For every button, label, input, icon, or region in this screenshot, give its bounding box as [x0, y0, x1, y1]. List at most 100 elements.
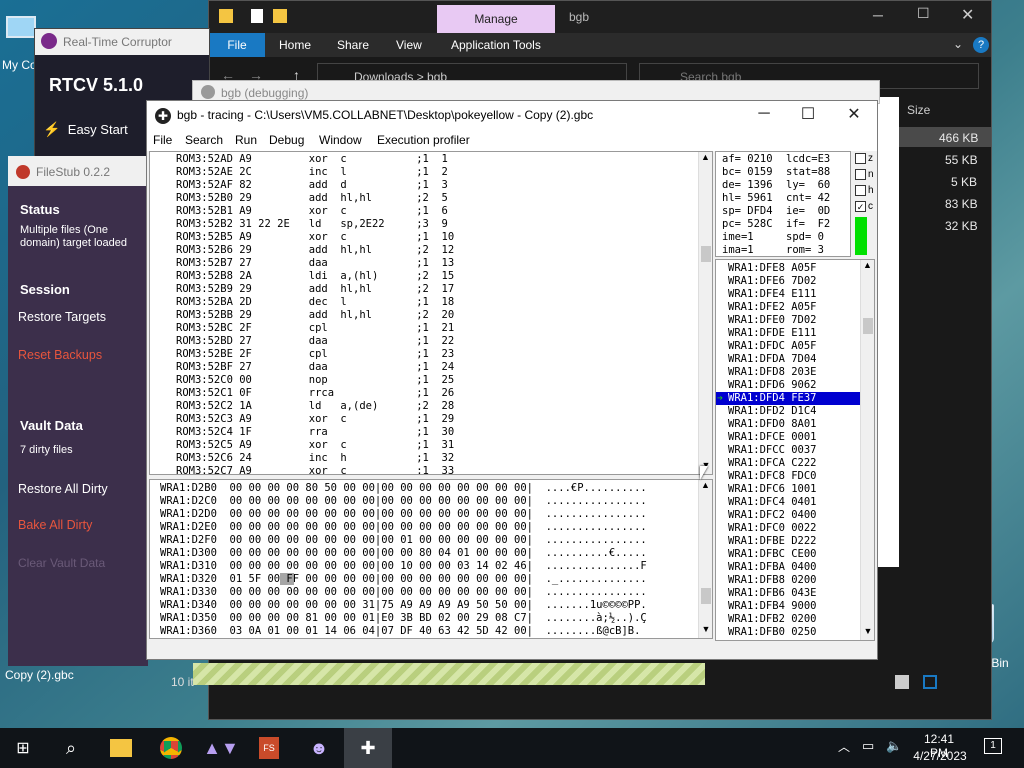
disassembly-row[interactable]: ROM3:52BC 2F cpl ;1 21	[176, 322, 696, 335]
stack-row[interactable]: WRA1:DFB6 043E	[716, 587, 860, 600]
stack-pane[interactable]: WRA1:DFE8 A05F WRA1:DFE6 7D02 WRA1:DFE4 E1…	[715, 259, 875, 641]
stack-row[interactable]: WRA1:DFE2 A05F	[716, 301, 860, 314]
properties-icon[interactable]	[251, 9, 263, 23]
stack-row[interactable]: WRA1:DFCC 0037	[716, 444, 860, 457]
filestub-window[interactable]: FileStub 0.2.2 Status Multiple files (On…	[8, 156, 148, 666]
disassembly-row[interactable]: ROM3:52C2 1A ld a,(de) ;2 28	[176, 400, 696, 413]
scroll-down-icon[interactable]: ▼	[861, 626, 874, 636]
disassembly-row[interactable]: ROM3:52BA 2D dec l ;1 18	[176, 296, 696, 309]
io-register-value[interactable]: ly= 60	[786, 179, 830, 192]
stack-scrollbar[interactable]: ▲ ▼	[860, 260, 874, 640]
filestub-taskbar-icon[interactable]: FS	[246, 728, 292, 768]
disassembly-row[interactable]: ROM3:52BD 27 daa ;1 22	[176, 335, 696, 348]
minimize-icon[interactable]: ─	[741, 105, 787, 123]
scroll-up-icon[interactable]: ▲	[699, 152, 712, 162]
tray-chevron-icon[interactable]: ︿	[838, 738, 850, 755]
rtcv-taskbar-icon[interactable]: ☻	[296, 728, 342, 768]
menu-window[interactable]: Window	[319, 133, 362, 147]
io-register-value[interactable]: rom= 3	[786, 244, 824, 256]
register-value[interactable]: ime=1	[722, 231, 786, 244]
scroll-thumb[interactable]	[701, 246, 711, 262]
hex-row[interactable]: WRA1:D310 00 00 00 00 00 00 00 00|00 10 …	[160, 560, 700, 573]
hex-row[interactable]: WRA1:D2C0 00 00 00 00 00 00 00 00|00 00 …	[160, 495, 700, 508]
new-folder-icon[interactable]	[273, 9, 287, 23]
minimize-icon[interactable]: ─	[873, 7, 883, 23]
chrome-taskbar-icon[interactable]	[148, 728, 194, 768]
search-icon[interactable]: ⌕	[48, 728, 94, 768]
large-icons-view-icon[interactable]	[923, 675, 937, 689]
io-register-value[interactable]: ie= 0D	[786, 205, 830, 218]
stack-row[interactable]: WRA1:DFC2 0400	[716, 509, 860, 522]
hex-row[interactable]: WRA1:D300 00 00 00 00 00 00 00 00|00 00 …	[160, 547, 700, 560]
disassembly-row[interactable]: ROM3:52AD A9 xor c ;1 1	[176, 153, 696, 166]
scroll-up-icon[interactable]: ▲	[861, 260, 874, 270]
disassembly-row[interactable]: ROM3:52C6 24 inc h ;1 32	[176, 452, 696, 465]
stack-row[interactable]: WRA1:DFC8 FDC0	[716, 470, 860, 483]
disassembly-scrollbar[interactable]: ▲ ▼	[698, 152, 712, 474]
volume-icon[interactable]: 🔈	[886, 738, 902, 754]
stack-row[interactable]: WRA1:DFB2 0200	[716, 613, 860, 626]
details-view-icon[interactable]	[895, 675, 909, 689]
stack-row[interactable]: WRA1:DFDC A05F	[716, 340, 860, 353]
hex-row[interactable]: WRA1:D320 01 5F 00 FF 00 00 00 00|00 00 …	[160, 573, 700, 586]
scroll-up-icon[interactable]: ▲	[699, 480, 712, 490]
register-value[interactable]: sp= DFD4	[722, 205, 786, 218]
scroll-thumb[interactable]	[701, 588, 711, 604]
stack-row[interactable]: WRA1:DFC0 0022	[716, 522, 860, 535]
menu-run[interactable]: Run	[235, 133, 257, 147]
stack-row[interactable]: WRA1:DFB4 9000	[716, 600, 860, 613]
flag-h-checkbox[interactable]: h	[855, 185, 874, 196]
bake-all-dirty-button[interactable]: Bake All Dirty	[18, 518, 92, 532]
hex-row[interactable]: WRA1:D2D0 00 00 00 00 00 00 00 00|00 00 …	[160, 508, 700, 521]
register-value[interactable]: pc= 528C	[722, 218, 786, 231]
network-icon[interactable]: ▭	[862, 738, 874, 754]
flag-z-checkbox[interactable]: z	[855, 153, 873, 164]
disassembly-row[interactable]: ROM3:52BF 27 daa ;1 24	[176, 361, 696, 374]
help-icon[interactable]: ?	[973, 37, 989, 53]
clock-date[interactable]: 4/27/2023	[910, 749, 970, 763]
stack-row[interactable]: WRA1:DFBA 0400	[716, 561, 860, 574]
menu-search[interactable]: Search	[185, 133, 223, 147]
stack-row[interactable]: WRA1:DFE8 A05F	[716, 262, 860, 275]
restore-targets-button[interactable]: Restore Targets	[18, 310, 106, 324]
disassembly-row[interactable]: ROM3:52AF 82 add d ;1 3	[176, 179, 696, 192]
disassembly-row[interactable]: ROM3:52C5 A9 xor c ;1 31	[176, 439, 696, 452]
disassembly-row[interactable]: ROM3:52C1 0F rrca ;1 26	[176, 387, 696, 400]
disassembly-row[interactable]: ROM3:52AE 2C inc l ;1 2	[176, 166, 696, 179]
io-register-value[interactable]: stat=88	[786, 166, 830, 179]
disassembly-row[interactable]: ROM3:52C3 A9 xor c ;1 29	[176, 413, 696, 426]
register-value[interactable]: de= 1396	[722, 179, 786, 192]
hex-row[interactable]: WRA1:D360 03 0A 01 00 01 14 06 04|07 DF …	[160, 625, 700, 638]
close-icon[interactable]: ✕	[961, 5, 974, 25]
menu-file[interactable]: File	[153, 133, 172, 147]
disassembly-row[interactable]: ROM3:52B5 A9 xor c ;1 10	[176, 231, 696, 244]
stack-row[interactable]: WRA1:DFE6 7D02	[716, 275, 860, 288]
start-button-icon[interactable]: ⊞	[0, 728, 46, 768]
disassembly-row[interactable]: ROM3:52B9 29 add hl,hl ;2 17	[176, 283, 696, 296]
hex-row[interactable]: WRA1:D2F0 00 00 00 00 00 00 00 00|00 01 …	[160, 534, 700, 547]
flag-c-checkbox[interactable]: ✓ c	[855, 201, 873, 212]
disassembly-pane[interactable]: ROM3:52AD A9 xor c ;1 1 ROM3:52AE 2C inc …	[149, 151, 713, 475]
file-explorer-taskbar-icon[interactable]	[98, 728, 144, 768]
maximize-icon[interactable]: ☐	[785, 104, 831, 124]
desktop-file-label[interactable]: Copy (2).gbc	[5, 668, 74, 682]
ribbon-share[interactable]: Share	[337, 38, 369, 52]
menu-debug[interactable]: Debug	[269, 133, 304, 147]
disassembly-row[interactable]: ROM3:52C4 1F rra ;1 30	[176, 426, 696, 439]
stack-row[interactable]: WRA1:DFD6 9062	[716, 379, 860, 392]
hex-scrollbar[interactable]: ▲ ▼	[698, 480, 712, 638]
tab-manage[interactable]: Manage	[437, 5, 555, 33]
stack-row-selected[interactable]: ➔ WRA1:DFD4 FE37	[716, 392, 860, 405]
stack-row[interactable]: WRA1:DFDA 7D04	[716, 353, 860, 366]
stack-row[interactable]: WRA1:DFC6 1001	[716, 483, 860, 496]
registers-pane[interactable]: af= 0210 lcdc=E3 bc= 0159 stat=88 de= 1396 ly…	[715, 151, 851, 257]
notification-icon[interactable]: 1	[984, 738, 1002, 754]
stack-row[interactable]: WRA1:DFC4 0401	[716, 496, 860, 509]
maximize-icon[interactable]: ☐	[917, 5, 930, 22]
disassembly-row[interactable]: ROM3:52BE 2F cpl ;1 23	[176, 348, 696, 361]
ribbon-view[interactable]: View	[396, 38, 422, 52]
hex-row[interactable]: WRA1:D330 00 00 00 00 00 00 00 00|00 00 …	[160, 586, 700, 599]
disassembly-row[interactable]: ROM3:52B8 2A ldi a,(hl) ;2 15	[176, 270, 696, 283]
register-value[interactable]: hl= 5961	[722, 192, 786, 205]
stack-row[interactable]: WRA1:DFE0 7D02	[716, 314, 860, 327]
